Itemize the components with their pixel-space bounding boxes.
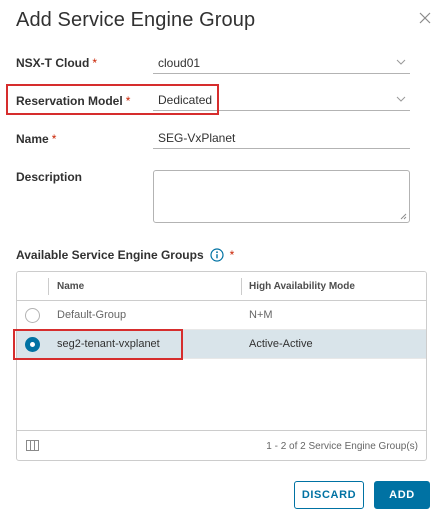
row-ha-mode: Active-Active bbox=[249, 338, 313, 350]
row-radio[interactable] bbox=[25, 308, 40, 323]
required-marker: * bbox=[125, 94, 131, 108]
discard-button[interactable]: DISCARD bbox=[294, 481, 364, 509]
table-row[interactable]: Default-Group N+M bbox=[17, 301, 426, 330]
grid-footer: 1 - 2 of 2 Service Engine Group(s) bbox=[17, 430, 426, 460]
row-name: Default-Group bbox=[57, 309, 127, 321]
reservation-label: Reservation Model * bbox=[16, 94, 130, 108]
required-marker: * bbox=[229, 248, 235, 262]
chevron-down-icon bbox=[396, 96, 406, 102]
description-textarea[interactable] bbox=[154, 171, 409, 222]
description-field bbox=[153, 170, 410, 223]
required-marker: * bbox=[92, 56, 97, 70]
table-row-selected[interactable]: seg2-tenant-vxplanet Active-Active bbox=[17, 330, 426, 359]
dialog-title: Add Service Engine Group bbox=[16, 9, 256, 31]
column-header-name[interactable]: Name bbox=[57, 281, 84, 292]
reservation-select[interactable]: Dedicated bbox=[153, 89, 410, 111]
seg-grid-label: Available Service Engine Groups * bbox=[16, 248, 234, 262]
required-marker: * bbox=[51, 132, 57, 146]
cloud-label: NSX-T Cloud * bbox=[16, 56, 97, 70]
pagination-summary: 1 - 2 of 2 Service Engine Group(s) bbox=[266, 441, 418, 452]
column-toggle-icon[interactable] bbox=[26, 440, 39, 451]
seg-datagrid: Name High Availability Mode Default-Grou… bbox=[16, 271, 427, 461]
cloud-select[interactable]: cloud01 bbox=[153, 52, 410, 74]
column-separator bbox=[241, 278, 242, 295]
grid-header: Name High Availability Mode bbox=[17, 272, 426, 301]
column-header-ha-mode[interactable]: High Availability Mode bbox=[249, 281, 355, 292]
name-input[interactable] bbox=[153, 127, 410, 148]
info-icon[interactable] bbox=[210, 248, 224, 262]
chevron-down-icon bbox=[396, 59, 406, 65]
seg-grid-label-text: Available Service Engine Groups bbox=[16, 248, 204, 262]
row-name: seg2-tenant-vxplanet bbox=[57, 338, 160, 350]
cloud-select-value: cloud01 bbox=[158, 56, 201, 70]
row-ha-mode: N+M bbox=[249, 309, 273, 321]
reservation-select-value: Dedicated bbox=[158, 93, 213, 107]
reservation-label-text: Reservation Model bbox=[16, 94, 123, 108]
name-field bbox=[153, 127, 410, 149]
description-label-text: Description bbox=[16, 170, 83, 184]
close-icon[interactable] bbox=[418, 11, 432, 25]
add-button[interactable]: ADD bbox=[374, 481, 430, 509]
name-label: Name * bbox=[16, 132, 56, 146]
row-radio-selected[interactable] bbox=[25, 337, 40, 352]
column-separator bbox=[48, 278, 49, 295]
cloud-label-text: NSX-T Cloud bbox=[16, 56, 90, 70]
name-label-text: Name bbox=[16, 132, 49, 146]
description-label: Description bbox=[16, 170, 82, 184]
